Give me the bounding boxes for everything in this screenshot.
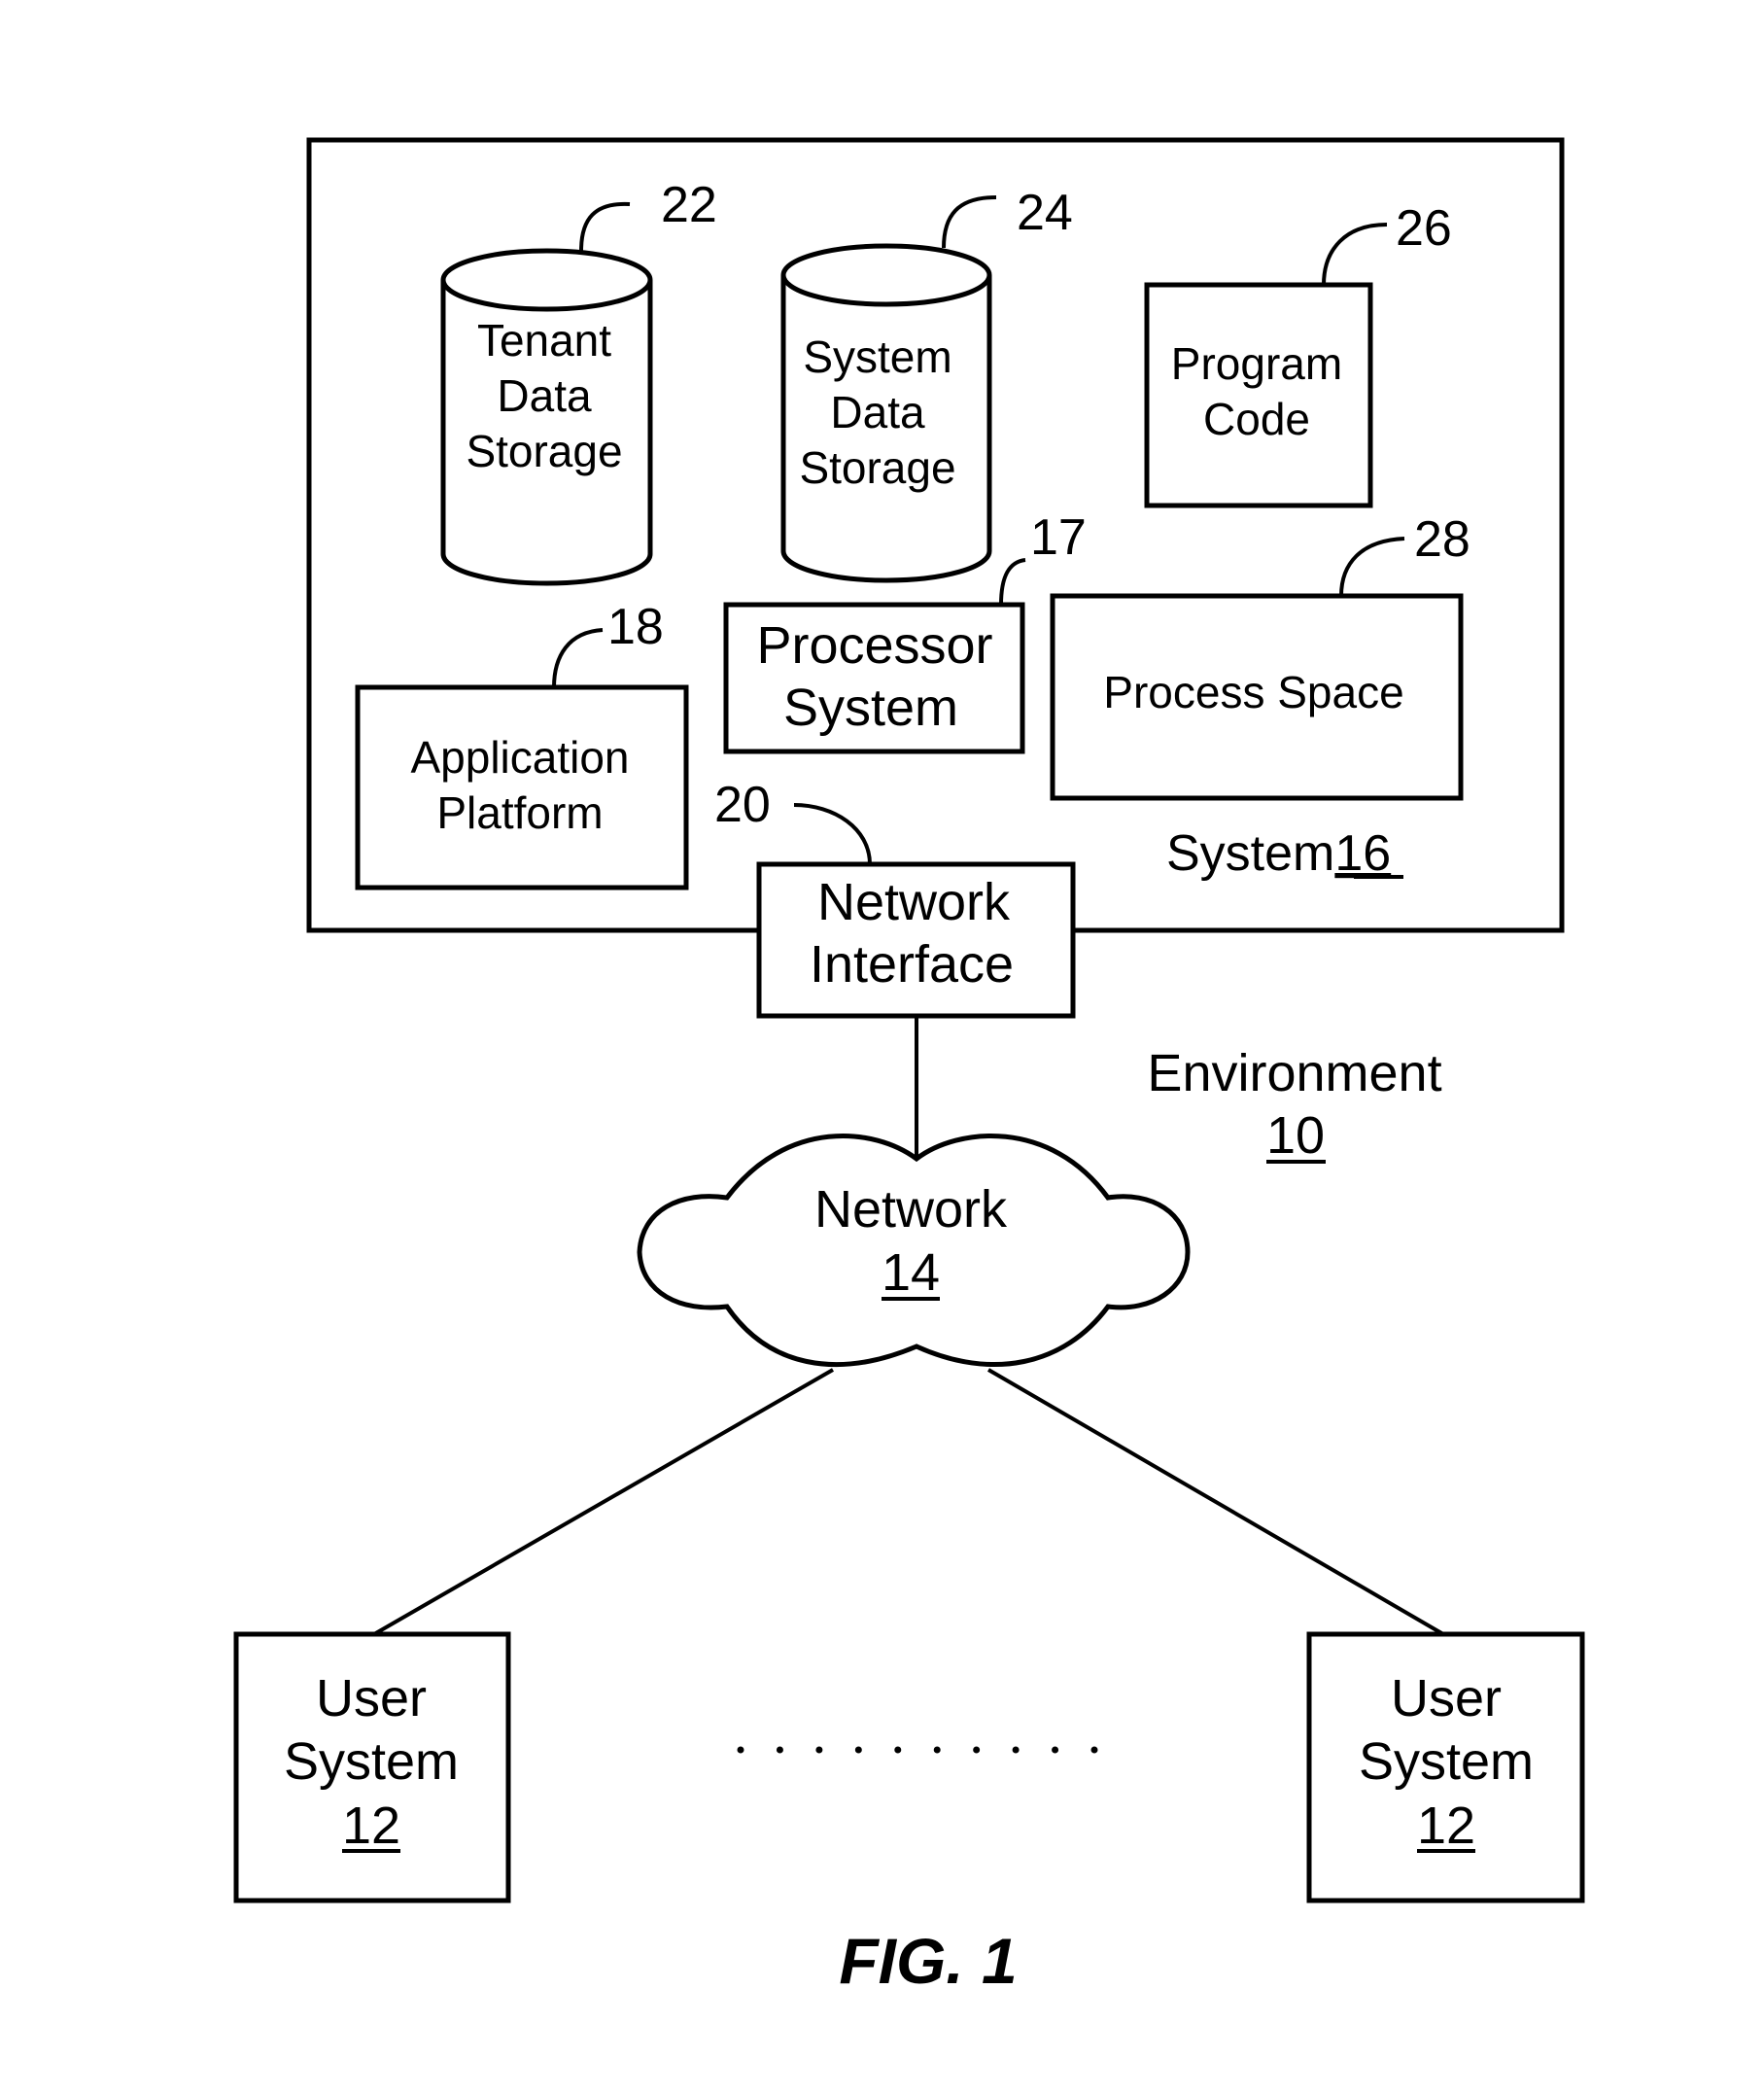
user-system-left: User System 12 — [233, 1631, 511, 1903]
user-right-ref-number: 12 — [1417, 1797, 1475, 1855]
program-code-label-line2: Code — [1203, 394, 1310, 444]
ellipsis-dot — [815, 1746, 823, 1754]
processor-ref-number: 17 — [1030, 509, 1087, 566]
network-interface-label-line2: Interface — [810, 935, 1014, 994]
network-ref-number: 14 — [882, 1243, 940, 1302]
system-label-text: System — [1166, 825, 1334, 882]
processor-label-line1: Processor — [756, 616, 992, 675]
processor-label-line2: System — [783, 679, 958, 737]
program-code-ref-number: 26 — [1396, 200, 1452, 257]
app-platform-ref-number: 18 — [607, 599, 664, 655]
program-code-label-line1: Program — [1171, 338, 1342, 389]
ellipsis-dot — [1012, 1746, 1020, 1754]
tenant-label-line1: Tenant — [477, 315, 611, 366]
network-interface-ref-number: 20 — [714, 777, 771, 833]
network-to-user-link-left — [373, 1368, 834, 1636]
ellipsis-dot — [737, 1746, 744, 1754]
ellipsis-dots — [737, 1746, 1098, 1754]
network-cloud: Network 14 — [637, 1133, 1191, 1367]
ellipsis-dot — [854, 1746, 862, 1754]
user-left-ref-number: 12 — [342, 1797, 400, 1855]
system-label: System16 — [1166, 825, 1391, 882]
environment-diagram: Tenant Data Storage 22 System Data Stora… — [233, 137, 1585, 1997]
user-system-right: User System 12 — [1306, 1631, 1585, 1903]
tenant-ref-number: 22 — [661, 177, 717, 233]
user-left-label-line1: User — [316, 1669, 427, 1728]
system-storage-ref-number: 24 — [1017, 185, 1073, 241]
network-to-user-link-right — [986, 1368, 1445, 1636]
tenant-label-line2: Data — [497, 370, 592, 421]
system-storage-label-line1: System — [803, 332, 951, 382]
ellipsis-dot — [1052, 1746, 1059, 1754]
figure-caption: FIG. 1 — [839, 1925, 1017, 1997]
app-platform-label-line1: Application — [410, 732, 629, 783]
ellipsis-dot — [776, 1746, 783, 1754]
system-storage-label-line2: Data — [830, 387, 925, 437]
system-storage-label-line3: Storage — [799, 442, 955, 493]
user-right-label-line2: System — [1359, 1732, 1534, 1791]
app-platform-label-line2: Platform — [436, 787, 603, 838]
network-interface-label-line1: Network — [817, 873, 1011, 931]
tenant-label-line3: Storage — [466, 426, 622, 476]
user-right-label-line1: User — [1391, 1669, 1502, 1728]
process-space-label: Process Space — [1103, 667, 1403, 717]
ellipsis-dot — [973, 1746, 981, 1754]
ellipsis-dot — [894, 1746, 902, 1754]
tenant-cylinder-top — [440, 248, 653, 312]
ellipsis-dot — [1090, 1746, 1098, 1754]
ellipsis-dot — [933, 1746, 941, 1754]
network-label: Network — [814, 1180, 1008, 1239]
user-left-label-line2: System — [284, 1732, 459, 1791]
environment-ref-number: 10 — [1266, 1106, 1325, 1165]
environment-label: Environment — [1147, 1044, 1441, 1102]
system-cylinder-top — [780, 243, 992, 307]
process-space-ref-number: 28 — [1414, 511, 1470, 568]
system-ref-number: 16 — [1334, 825, 1391, 882]
